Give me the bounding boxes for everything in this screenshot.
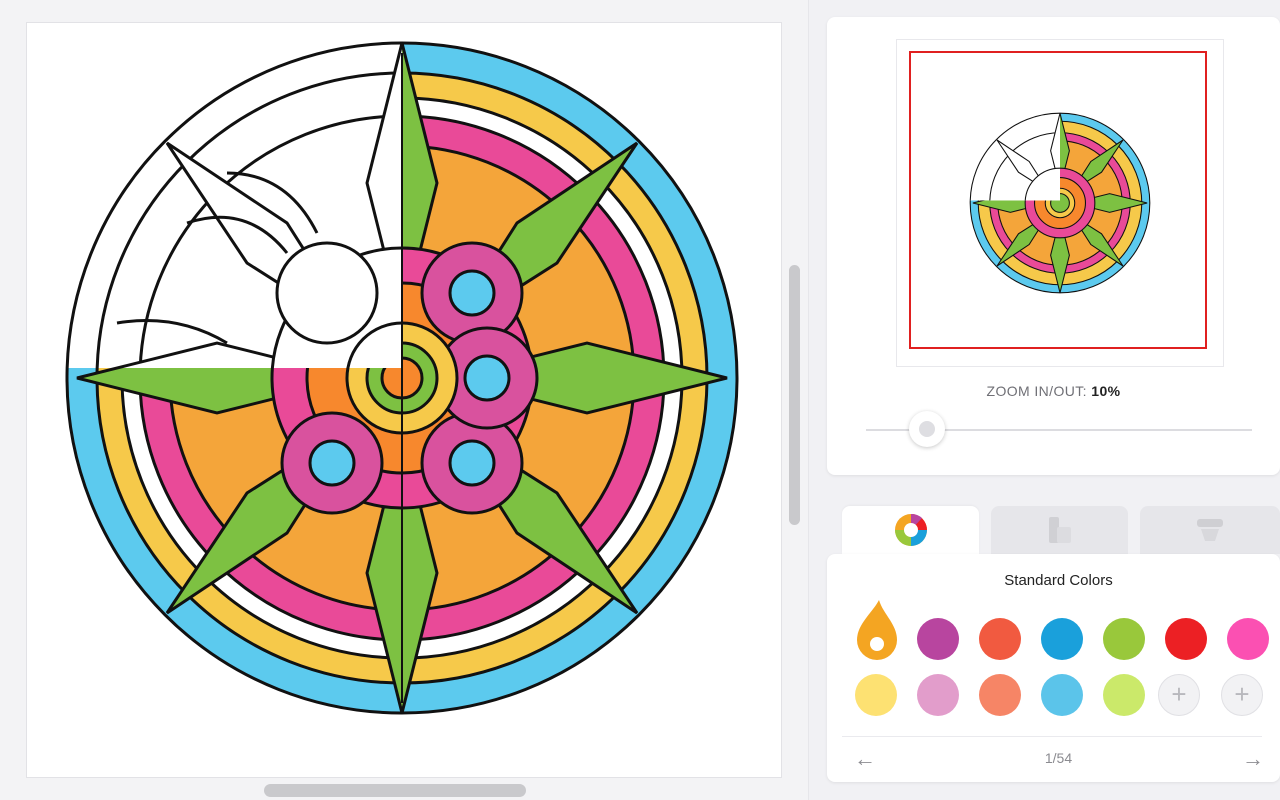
color-swatch[interactable] <box>979 674 1021 716</box>
selected-color-drop-icon[interactable] <box>853 598 901 662</box>
pattern-icon <box>1197 519 1223 541</box>
color-swatch[interactable] <box>1165 618 1207 660</box>
mandala-artwork[interactable] <box>27 23 781 777</box>
zoom-label: ZOOM IN/OUT: 10% <box>827 383 1280 399</box>
add-color-button[interactable]: + <box>1158 674 1200 716</box>
gradient-icon <box>1048 517 1071 543</box>
color-swatch[interactable] <box>917 674 959 716</box>
color-wheel-icon <box>894 513 927 546</box>
plus-icon: + <box>1234 679 1250 709</box>
color-swatch[interactable] <box>1227 618 1269 660</box>
color-swatch[interactable] <box>917 618 959 660</box>
plus-icon: + <box>1171 679 1187 709</box>
horizontal-scrollbar[interactable] <box>264 784 526 797</box>
color-swatch[interactable] <box>1103 618 1145 660</box>
zoom-value: 10% <box>1091 383 1121 399</box>
color-swatch[interactable] <box>979 618 1021 660</box>
color-swatch[interactable] <box>1041 674 1083 716</box>
zoom-label-text: ZOOM IN/OUT: <box>986 383 1087 399</box>
tab-standard-colors[interactable] <box>842 506 979 554</box>
add-color-button[interactable]: + <box>1221 674 1263 716</box>
vertical-scrollbar[interactable] <box>789 265 800 525</box>
color-swatch[interactable] <box>1103 674 1145 716</box>
tab-gradients[interactable] <box>991 506 1128 554</box>
color-swatch[interactable] <box>855 674 897 716</box>
arrow-right-icon[interactable]: → <box>1242 746 1264 772</box>
palette-divider <box>842 736 1262 737</box>
color-swatch[interactable] <box>1041 618 1083 660</box>
zoom-slider-thumb[interactable] <box>909 411 945 447</box>
palette-title: Standard Colors <box>1004 572 1113 589</box>
viewport-indicator[interactable] <box>909 51 1207 349</box>
tab-patterns[interactable] <box>1140 506 1280 554</box>
coloring-canvas[interactable] <box>26 22 782 778</box>
palette-page-indicator: 1/54 <box>1044 750 1073 766</box>
